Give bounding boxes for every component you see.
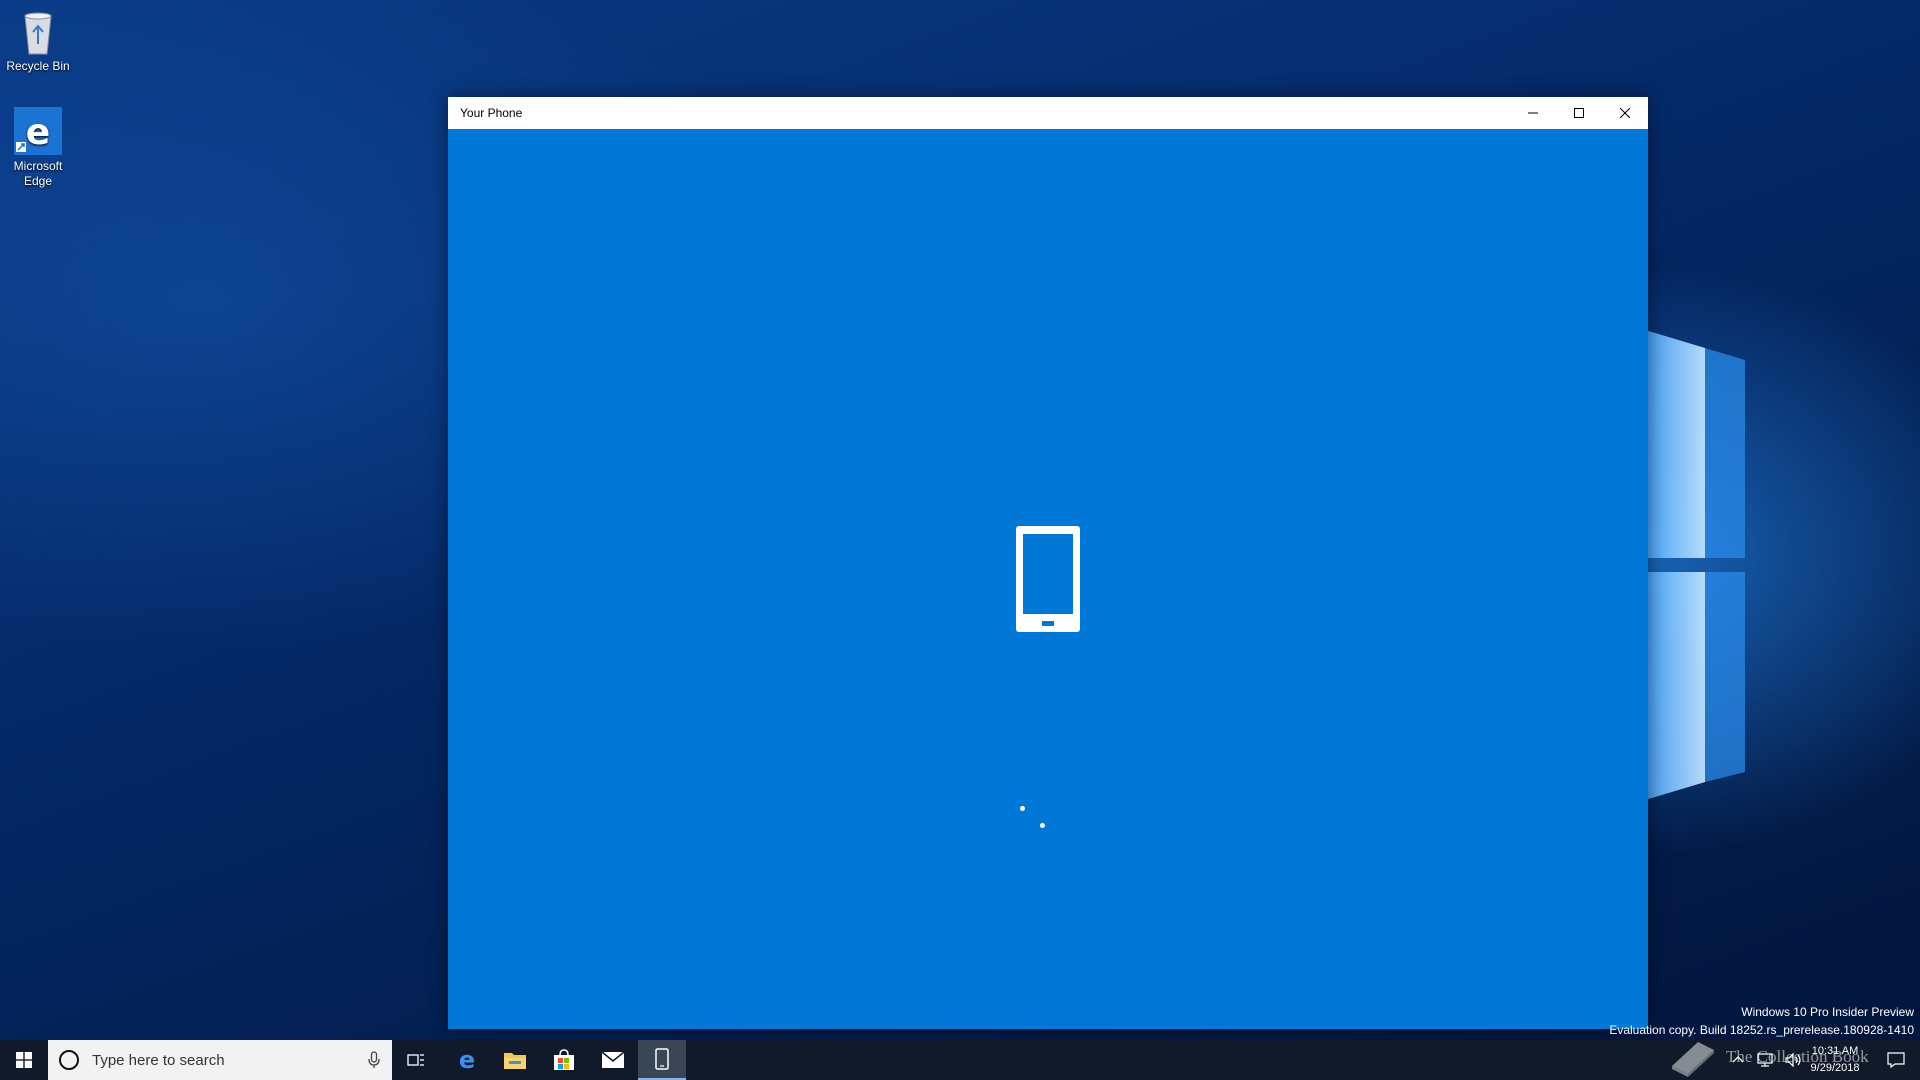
edge-icon: e bbox=[14, 107, 62, 155]
taskbar: Type here to search e bbox=[0, 1040, 1920, 1080]
taskbar-search-box[interactable]: Type here to search bbox=[48, 1040, 392, 1080]
microphone-icon[interactable] bbox=[368, 1051, 380, 1069]
maximize-button[interactable] bbox=[1556, 97, 1602, 129]
desktop-icon-microsoft-edge[interactable]: e Microsoft Edge bbox=[0, 106, 76, 189]
edge-icon: e bbox=[459, 1048, 475, 1072]
close-icon bbox=[1620, 108, 1630, 118]
svg-text:e: e bbox=[459, 1048, 475, 1072]
system-tray bbox=[1728, 1040, 1804, 1080]
taskbar-file-explorer-button[interactable] bbox=[491, 1040, 539, 1080]
svg-text:e: e bbox=[26, 112, 50, 153]
start-icon bbox=[16, 1052, 32, 1068]
watermark-line-2: Evaluation copy. Build 18252.rs_prerelea… bbox=[1609, 1023, 1914, 1037]
your-phone-window: Your Phone bbox=[448, 97, 1648, 1029]
window-controls bbox=[1510, 97, 1648, 129]
cortana-icon bbox=[59, 1050, 79, 1070]
minimize-button[interactable] bbox=[1510, 97, 1556, 129]
your-phone-icon bbox=[655, 1048, 669, 1070]
spinner-dot bbox=[1020, 806, 1025, 811]
desktop-icon-label: Microsoft Edge bbox=[13, 159, 63, 188]
network-icon[interactable] bbox=[1756, 1052, 1776, 1068]
windows-logo-wallpaper bbox=[1645, 330, 1745, 800]
phone-icon bbox=[1016, 526, 1080, 632]
clock-date: 9/29/2018 bbox=[1810, 1062, 1860, 1074]
minimize-icon bbox=[1528, 112, 1538, 114]
chevron-up-icon[interactable] bbox=[1728, 1052, 1748, 1068]
window-title: Your Phone bbox=[460, 106, 523, 120]
clock-time: 10:31 AM bbox=[1811, 1045, 1859, 1057]
evaluation-watermark: Windows 10 Pro Insider Preview Evaluatio… bbox=[1609, 1003, 1914, 1039]
task-view-icon bbox=[407, 1054, 424, 1066]
mail-icon bbox=[601, 1051, 625, 1068]
desktop-icon-recycle-bin[interactable]: Recycle Bin bbox=[0, 6, 76, 74]
recycle-bin-icon bbox=[24, 12, 52, 55]
notification-icon bbox=[1887, 1052, 1905, 1068]
maximize-icon bbox=[1574, 108, 1584, 118]
search-placeholder: Type here to search bbox=[92, 1051, 225, 1069]
close-button[interactable] bbox=[1602, 97, 1648, 129]
taskbar-clock[interactable]: 10:31 AM 9/29/2018 bbox=[1800, 1043, 1870, 1077]
desktop-icon-label: Recycle Bin bbox=[6, 59, 70, 73]
desktop: Recycle Bin e Microsoft Edge Your Phone bbox=[0, 0, 1920, 1040]
store-icon bbox=[554, 1049, 574, 1070]
spinner-dot bbox=[1040, 823, 1045, 828]
taskbar-your-phone-button[interactable] bbox=[638, 1040, 686, 1080]
watermark-line-1: Windows 10 Pro Insider Preview bbox=[1741, 1005, 1914, 1019]
start-button[interactable] bbox=[0, 1040, 48, 1080]
taskbar-edge-button[interactable]: e bbox=[443, 1040, 491, 1080]
file-explorer-icon bbox=[504, 1053, 526, 1069]
task-view-button[interactable] bbox=[392, 1040, 440, 1080]
taskbar-store-button[interactable] bbox=[540, 1040, 588, 1080]
window-titlebar[interactable]: Your Phone bbox=[448, 97, 1648, 129]
action-center[interactable] bbox=[1876, 1040, 1916, 1080]
window-content bbox=[448, 129, 1648, 1029]
taskbar-mail-button[interactable] bbox=[589, 1040, 637, 1080]
